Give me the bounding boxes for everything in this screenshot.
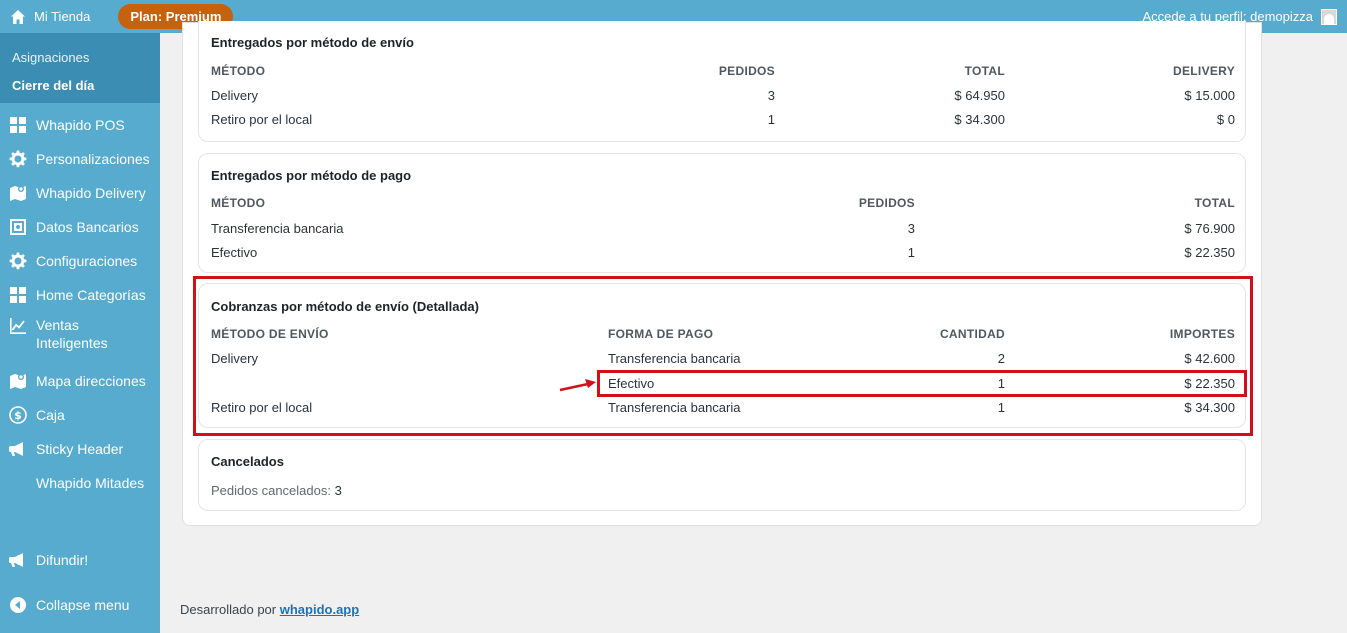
cancelled-count: 3 (334, 483, 342, 498)
submenu-item-cierre-del-dia[interactable]: Cierre del día (0, 71, 160, 99)
annotation-highlight-row (597, 370, 1247, 397)
sidebar-item-label: Collapse menu (36, 597, 130, 613)
sidebar-item-label: Datos Bancarios (36, 219, 139, 235)
sidebar-item-label: Caja (36, 407, 65, 423)
map-icon (10, 374, 26, 389)
column-header: PEDIDOS (718, 64, 775, 78)
grid-icon (10, 117, 26, 133)
card-title: Cancelados (211, 454, 284, 469)
sidebar-item-label: Whapido Mitades (36, 475, 145, 491)
sidebar-item-personalizaciones[interactable]: Personalizaciones (0, 142, 160, 176)
site-home-link[interactable]: Mi Tienda (10, 0, 90, 33)
column-header: MÉTODO (211, 196, 266, 210)
footer-credit: Desarrollado por whapido.app (180, 602, 359, 617)
cancelled-summary: Pedidos cancelados: 3 (199, 483, 1247, 503)
sidebar-item-label: Home Categorías (36, 287, 146, 303)
sidebar-item-mapa-direcciones[interactable]: Mapa direcciones (0, 364, 160, 398)
megaphone-icon (9, 553, 23, 567)
bank-icon (10, 219, 26, 235)
sidebar-item-sticky-header[interactable]: Sticky Header (0, 432, 160, 466)
sidebar-item-whapido-delivery[interactable]: Whapido Delivery (0, 176, 160, 210)
sidebar-item-datos-bancarios[interactable]: Datos Bancarios (0, 210, 160, 244)
submenu-item-asignaciones[interactable]: Asignaciones (0, 43, 160, 71)
column-header: MÉTODO (211, 64, 266, 78)
sidebar-item-label: Sticky Header (36, 441, 124, 457)
collapse-menu-button[interactable]: Collapse menu (0, 588, 160, 622)
payment-method-card: Entregados por método de pago MÉTODO PED… (198, 153, 1246, 273)
report-panel: Entregados por método de envío MÉTODO PE… (182, 21, 1262, 526)
footer-link[interactable]: whapido.app (280, 602, 359, 617)
admin-sidebar: Asignaciones Cierre del día Whapido POS … (0, 33, 160, 633)
megaphone-icon (9, 442, 23, 456)
sidebar-item-difundir[interactable]: Difundir! (0, 543, 160, 577)
column-header: PEDIDOS (858, 196, 915, 210)
site-name: Mi Tienda (34, 9, 91, 24)
svg-text:$: $ (14, 409, 22, 422)
map-icon (10, 186, 26, 201)
sidebar-item-label: Configuraciones (36, 253, 138, 269)
table-header: MÉTODO PEDIDOS TOTAL (199, 196, 1247, 216)
column-header: DELIVERY (1173, 64, 1235, 78)
sidebar-item-whapido-mitades[interactable]: Whapido Mitades (0, 466, 160, 500)
home-icon (11, 9, 25, 24)
sidebar-submenu: Asignaciones Cierre del día (0, 33, 160, 103)
annotation-highlight-section (193, 276, 1253, 436)
annotation-arrow-icon (559, 379, 596, 392)
footer-text: Desarrollado por (180, 602, 277, 617)
gear-icon (9, 252, 27, 270)
sidebar-item-caja[interactable]: $ Caja (0, 398, 160, 432)
column-header: TOTAL (1194, 196, 1235, 210)
sidebar-item-label: Whapido POS (36, 117, 125, 133)
table-header: MÉTODO PEDIDOS TOTAL DELIVERY (199, 64, 1247, 84)
sidebar-item-configuraciones[interactable]: Configuraciones (0, 244, 160, 278)
cancelled-label: Pedidos cancelados: (211, 483, 331, 498)
sidebar-item-label: Ventas Inteligentes (36, 317, 108, 351)
table-row: Efectivo 1 $ 22.350 (211, 245, 1235, 260)
sidebar-item-label: Whapido Delivery (36, 185, 146, 201)
grid-icon (10, 287, 26, 303)
sidebar-item-label: Personalizaciones (36, 151, 150, 167)
table-row: Transferencia bancaria 3 $ 76.900 (211, 221, 1235, 236)
shipping-method-card: Entregados por método de envío MÉTODO PE… (198, 21, 1246, 142)
sidebar-item-home-categorias[interactable]: Home Categorías (0, 278, 160, 312)
cancelled-card: Cancelados Pedidos cancelados: 3 (198, 439, 1246, 511)
column-header: TOTAL (964, 64, 1005, 78)
avatar (1321, 8, 1337, 25)
collapse-icon (10, 597, 26, 613)
sidebar-item-label: Difundir! (36, 552, 89, 568)
table-row: Retiro por el local 1 $ 34.300 $ 0 (211, 112, 1235, 127)
gear-icon (9, 150, 27, 168)
sidebar-item-whapido-pos[interactable]: Whapido POS (0, 108, 160, 142)
card-title: Entregados por método de pago (211, 168, 412, 183)
sidebar-item-label: Mapa direcciones (36, 373, 146, 389)
sidebar-item-ventas-inteligentes[interactable]: Ventas Inteligentes (0, 312, 160, 364)
card-title: Entregados por método de envío (211, 35, 414, 50)
table-row: Delivery 3 $ 64.950 $ 15.000 (211, 88, 1235, 103)
dollar-icon: $ (9, 406, 27, 424)
chart-line-icon (10, 318, 26, 334)
